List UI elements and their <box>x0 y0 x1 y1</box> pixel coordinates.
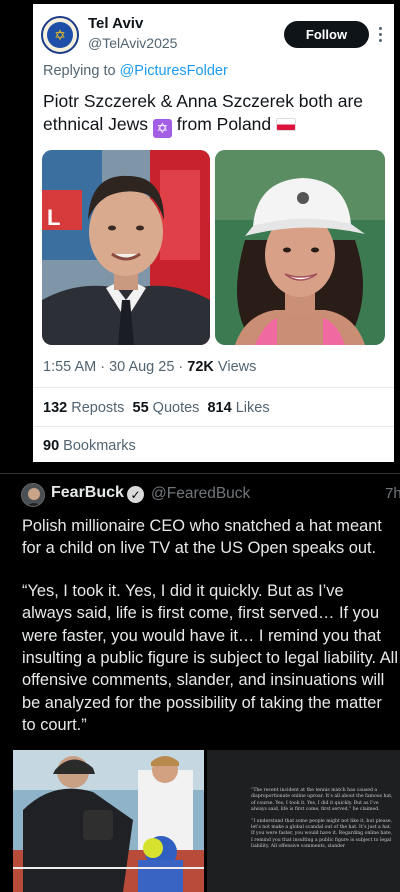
tweet-time[interactable]: 7h <box>385 485 400 502</box>
tweet-paragraph: “Yes, I took it. Yes, I did it quickly. … <box>22 581 398 735</box>
tweet-time: 1:55 AM · 30 Aug 25 · <box>43 359 188 375</box>
views-label: Views <box>213 359 257 375</box>
replying-to: Replying to @PicturesFolder <box>43 63 228 79</box>
quotes-stat[interactable]: 55 Quotes <box>133 400 200 416</box>
user-handle[interactable]: @FearedBuck <box>151 485 250 503</box>
svg-text:L: L <box>47 205 60 230</box>
quotes-count: 55 <box>132 400 149 416</box>
verified-badge-icon: ✓ <box>127 486 144 503</box>
replying-to-link[interactable]: @PicturesFolder <box>120 63 228 79</box>
photo-woman[interactable] <box>215 150 385 345</box>
reposts-label: Reposts <box>67 400 125 416</box>
reposts-stat[interactable]: 132 Reposts <box>43 400 124 416</box>
quotes-label: Quotes <box>148 400 200 416</box>
replying-to-label: Replying to <box>43 63 116 79</box>
likes-stat[interactable]: 814 Likes <box>207 400 269 416</box>
menorah-logo-icon: ✡ <box>47 22 73 48</box>
reposts-count: 132 <box>43 400 68 416</box>
photo-man[interactable]: L <box>42 150 210 345</box>
avatar[interactable] <box>21 483 45 507</box>
views-count: 72K <box>187 359 214 375</box>
engagement-stats: 132 Reposts 55 Quotes 814 Likes <box>43 400 270 416</box>
article-paragraph: “I understand that some people might not… <box>251 818 393 850</box>
likes-count: 814 <box>207 400 232 416</box>
tweet-text: Piotr Szczerek & Anna Szczerek both are … <box>43 90 388 138</box>
bookmarks-count: 90 <box>43 438 60 454</box>
user-handle[interactable]: @TelAviv2025 <box>88 35 177 51</box>
avatar[interactable]: ✡ <box>41 16 79 54</box>
bookmarks-label: Bookmarks <box>59 438 136 454</box>
media-photo-image <box>13 750 204 892</box>
article-paragraph: “The recent incident at the tennis match… <box>251 788 393 813</box>
divider <box>33 426 394 427</box>
article-text: “The recent incident at the tennis match… <box>251 788 393 851</box>
photo-man-image: L <box>42 150 210 345</box>
media-photo[interactable] <box>13 750 204 892</box>
poland-flag-icon <box>276 118 296 131</box>
avatar-image <box>22 484 44 506</box>
follow-button[interactable]: Follow <box>284 21 369 48</box>
photo-woman-image <box>215 150 385 345</box>
tweet-text-part2: from Poland <box>171 114 276 134</box>
tweet-timestamp[interactable]: 1:55 AM · 30 Aug 25 · 72K Views <box>43 359 256 375</box>
tweet-text: Polish millionaire CEO who snatched a ha… <box>22 515 398 737</box>
quoted-tweet-card: ✡ Tel Aviv @TelAviv2025 Follow Replying … <box>33 4 394 462</box>
display-name[interactable]: FearBuck <box>51 484 124 502</box>
divider <box>0 473 400 474</box>
more-options-icon[interactable] <box>373 21 387 48</box>
likes-label: Likes <box>231 400 270 416</box>
media-article-screenshot[interactable]: “The recent incident at the tennis match… <box>207 750 400 892</box>
tweet-paragraph: Polish millionaire CEO who snatched a ha… <box>22 517 382 558</box>
star-of-david-emoji-icon: ✡ <box>152 119 172 138</box>
bookmarks-stat[interactable]: 90 Bookmarks <box>43 438 136 454</box>
display-name[interactable]: Tel Aviv <box>88 15 143 32</box>
divider <box>33 387 394 388</box>
